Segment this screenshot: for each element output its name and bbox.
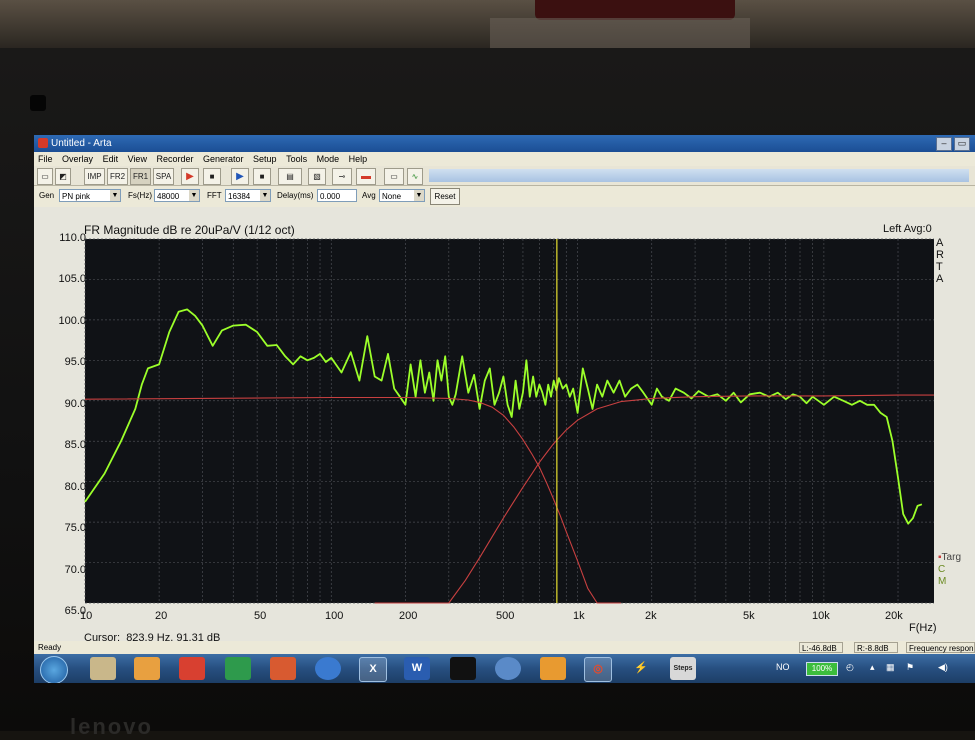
imp-mode-button[interactable]: IMP — [84, 168, 105, 185]
volume-icon[interactable]: ◀) — [938, 662, 948, 673]
menu-edit[interactable]: Edit — [103, 154, 119, 164]
menu-setup[interactable]: Setup — [253, 154, 277, 164]
screen: Untitled - Arta – ▭ File Overlay Edit Vi… — [34, 135, 975, 683]
menu-file[interactable]: File — [38, 154, 53, 164]
record-play-icon[interactable]: ▶ — [181, 168, 199, 185]
fft-value: 16384 — [228, 192, 251, 201]
chevron-down-icon: ▼ — [260, 190, 270, 201]
reset-button[interactable]: Reset — [430, 188, 460, 205]
office-taskbar-icon[interactable] — [540, 657, 566, 680]
spa-mode-button[interactable]: SPA — [153, 168, 174, 185]
flag-icon[interactable]: ▬ — [356, 168, 376, 185]
avg-label: Avg — [362, 191, 376, 200]
menu-overlay[interactable]: Overlay — [62, 154, 93, 164]
chevron-down-icon: ▼ — [414, 190, 424, 201]
battery-indicator[interactable]: 100% — [806, 662, 838, 676]
flag-tray-icon[interactable]: ⚑ — [906, 662, 914, 673]
sonos-taskbar-icon[interactable] — [450, 657, 476, 680]
hatch-icon[interactable]: ▧ — [308, 168, 326, 185]
excel-taskbar-icon[interactable] — [225, 657, 251, 680]
generator-select[interactable]: PN pink ▼ — [59, 189, 121, 202]
stop-icon[interactable]: ■ — [253, 168, 271, 185]
menu-view[interactable]: View — [128, 154, 147, 164]
explorer-taskbar-icon[interactable] — [90, 657, 116, 680]
record-stop-icon[interactable]: ■ — [203, 168, 221, 185]
word-taskbar-icon[interactable]: W — [404, 657, 430, 680]
maxthon-taskbar-icon[interactable] — [495, 657, 521, 680]
fs-value: 48000 — [157, 192, 180, 201]
fft-label: FFT — [207, 191, 222, 200]
toolbar: ▭ ◩ IMP FR2 FR1 SPA ▶ ■ ▶ ■ ▤ ▧ ⊸ ▬ ▭ ∿ — [34, 166, 975, 186]
display-icon[interactable]: ▭ — [384, 168, 404, 185]
status-bar: Ready L:-46.8dB R:-8.8dB Frequency respo… — [34, 641, 975, 654]
rec-settings-icon[interactable]: ▤ — [278, 168, 302, 185]
menu-bar: File Overlay Edit View Recorder Generato… — [34, 152, 975, 166]
tray-icon[interactable]: ◴ — [846, 662, 854, 673]
network-icon[interactable]: ▦ — [886, 662, 895, 673]
delay-value: 0.000 — [320, 192, 341, 201]
steps-taskbar-icon[interactable]: Steps — [670, 657, 696, 680]
tray-expand-icon[interactable]: ▴ — [870, 662, 875, 673]
minimize-button[interactable]: – — [936, 137, 952, 151]
webcam — [30, 95, 46, 111]
fr1-mode-button[interactable]: FR1 — [130, 168, 151, 185]
maximize-button[interactable]: ▭ — [954, 137, 970, 151]
fft-select[interactable]: 16384 ▼ — [225, 189, 271, 202]
menu-tools[interactable]: Tools — [286, 154, 307, 164]
fr2-mode-button[interactable]: FR2 — [107, 168, 128, 185]
menu-generator[interactable]: Generator — [203, 154, 244, 164]
delay-label: Delay(ms) — [277, 191, 314, 200]
app-taskbar-icon[interactable] — [179, 657, 205, 680]
plot-area: FR Magnitude dB re 20uPa/V (1/12 oct) Le… — [34, 207, 975, 655]
generator-value: PN pink — [62, 192, 91, 201]
media-taskbar-icon[interactable] — [315, 657, 341, 680]
play-icon[interactable]: ▶ — [231, 168, 249, 185]
avg-select[interactable]: None ▼ — [379, 189, 425, 202]
chevron-down-icon: ▼ — [110, 190, 120, 201]
menu-mode[interactable]: Mode — [317, 154, 340, 164]
arta-taskbar-icon[interactable]: X — [359, 657, 387, 682]
taskbar: X W ◎ ⚡ Steps NO 100% ◴ ▴ ▦ ⚑ ◀) — [34, 654, 975, 683]
title-bar: Untitled - Arta – ▭ — [34, 135, 975, 152]
menu-help[interactable]: Help — [349, 154, 368, 164]
language-indicator[interactable]: NO — [776, 662, 790, 672]
open-file-icon[interactable]: ▭ — [37, 168, 53, 185]
status-left-level: L:-46.8dB — [799, 642, 843, 653]
media-player-taskbar-icon[interactable] — [134, 657, 160, 680]
gen-label: Gen — [39, 191, 55, 200]
record-taskbar-icon[interactable]: ◎ — [584, 657, 612, 682]
oscilloscope-icon[interactable]: ∿ — [407, 168, 423, 185]
generator-bar: Gen PN pink ▼ Fs(Hz) 48000 ▼ FFT 16384 ▼ De… — [34, 186, 975, 206]
status-ready: Ready — [38, 643, 62, 652]
delay-input[interactable]: 0.000 — [317, 189, 357, 202]
avg-value: None — [382, 192, 402, 201]
powerpoint-taskbar-icon[interactable] — [270, 657, 296, 680]
status-mode: Frequency respon — [906, 642, 975, 653]
lightning-taskbar-icon[interactable]: ⚡ — [628, 657, 654, 680]
frequency-response-chart[interactable] — [34, 207, 975, 655]
arta-app-icon — [38, 138, 48, 148]
window-title: Untitled - Arta — [51, 138, 112, 149]
chevron-down-icon: ▼ — [189, 190, 199, 201]
laptop-brand-logo: lenovo — [70, 714, 153, 739]
fs-label: Fs(Hz) — [128, 191, 152, 200]
status-right-level: R:-8.8dB — [854, 642, 898, 653]
cable-icon[interactable]: ⊸ — [332, 168, 352, 185]
save-file-icon[interactable]: ◩ — [55, 168, 71, 185]
background-lamp — [535, 0, 735, 20]
toolbar-filler — [429, 169, 969, 182]
start-button[interactable] — [40, 656, 68, 683]
plot-background — [85, 239, 934, 603]
fs-select[interactable]: 48000 ▼ — [154, 189, 200, 202]
menu-recorder[interactable]: Recorder — [156, 154, 193, 164]
background-box — [490, 18, 750, 50]
